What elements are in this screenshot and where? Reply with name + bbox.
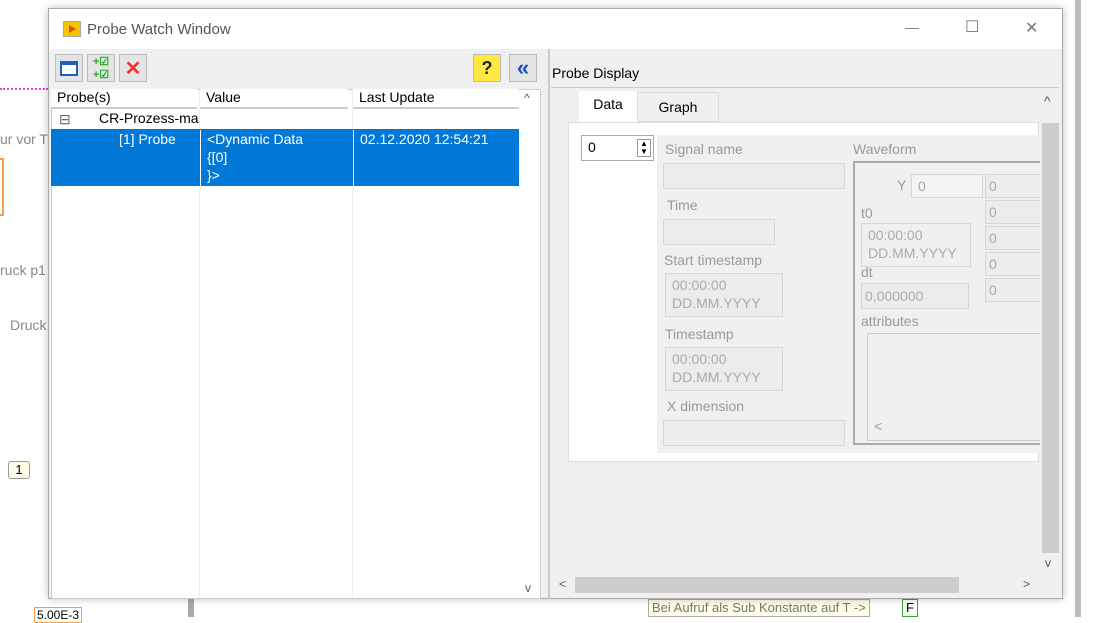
tree-scrollbar[interactable]: ^ v <box>521 91 539 597</box>
diagram-frame <box>1075 0 1081 617</box>
y-value: 0 <box>985 226 1042 250</box>
probe-display-title: Probe Display <box>552 65 640 81</box>
diagram-constant: 1 <box>8 461 30 479</box>
diagram-constant: 5.00E-3 <box>34 607 83 623</box>
close-button[interactable]: ✕ <box>1025 18 1038 38</box>
new-window-icon <box>60 60 78 76</box>
scroll-thumb[interactable] <box>1042 123 1059 553</box>
index-value: 0 <box>588 139 596 155</box>
column-header-last-update[interactable]: Last Update <box>353 89 519 109</box>
signal-name-label: Signal name <box>665 141 743 157</box>
tab-graph[interactable]: Graph <box>637 92 719 122</box>
waveform-label: Waveform <box>853 141 917 157</box>
diagram-node <box>0 158 4 216</box>
scroll-up-icon[interactable]: ^ <box>524 91 530 105</box>
delete-probe-button[interactable]: ✕ <box>119 54 147 82</box>
timestamp-label: Timestamp <box>665 326 734 342</box>
probe-value: <Dynamic Data {[0] }> <box>200 130 303 187</box>
scroll-up-icon[interactable]: ^ <box>1044 93 1051 109</box>
index-stepper[interactable]: ▲ ▼ <box>637 139 651 157</box>
y-value: 0 <box>985 174 1042 198</box>
tree-group-label[interactable]: CR-Prozess-ma <box>99 110 199 126</box>
dt-label: dt <box>861 264 873 280</box>
add-probe-button[interactable]: +☑ +☑ <box>87 54 115 82</box>
diagram-comment: Bei Aufruf als Sub Konstante auf T -> <box>648 599 870 617</box>
scroll-down-icon[interactable]: v <box>525 581 531 595</box>
window-title: Probe Watch Window <box>87 21 231 38</box>
y-value: 0 <box>985 278 1042 302</box>
y-value: 0 <box>985 200 1042 224</box>
delete-icon: ✕ <box>124 57 142 80</box>
start-timestamp-field[interactable]: 00:00:00 DD.MM.YYYY <box>665 273 783 317</box>
labview-icon <box>63 21 81 37</box>
collapse-icon: « <box>516 55 530 80</box>
time-field[interactable] <box>663 219 775 245</box>
diagram-label: ruck p1 <box>0 262 46 278</box>
x-dimension-field[interactable] <box>663 420 845 446</box>
attributes-label: attributes <box>861 313 919 329</box>
table-row[interactable]: [1] Probe <Dynamic Data {[0] }> 02.12.20… <box>51 129 519 187</box>
new-probe-window-button[interactable] <box>55 54 83 82</box>
diagram-label: Druck <box>10 317 47 333</box>
scroll-left-icon[interactable]: < <box>559 577 566 591</box>
probe-last-update: 02.12.2020 12:54:21 <box>353 130 488 187</box>
start-timestamp-label: Start timestamp <box>664 252 763 268</box>
t0-label: t0 <box>861 205 873 221</box>
display-horizontal-scrollbar[interactable]: < > <box>551 575 1039 595</box>
t0-field[interactable]: 00:00:00 DD.MM.YYYY <box>861 223 971 267</box>
time-label: Time <box>667 197 698 213</box>
collapse-toggle[interactable]: ⊟ <box>59 111 71 128</box>
y-index-value: 0 <box>918 178 926 194</box>
scroll-thumb[interactable] <box>575 577 959 593</box>
scroll-down-icon[interactable]: v <box>1045 556 1051 570</box>
diagram-boolean: F <box>902 599 918 617</box>
timestamp-field[interactable]: 00:00:00 DD.MM.YYYY <box>665 347 783 391</box>
column-header-value[interactable]: Value <box>200 89 348 109</box>
help-button[interactable]: ? <box>473 54 501 82</box>
signal-name-field[interactable] <box>663 163 845 189</box>
y-label: Y <box>897 177 907 193</box>
x-dimension-label: X dimension <box>667 398 745 414</box>
dt-field[interactable]: 0,000000 <box>861 283 969 309</box>
add-checked-icon: +☑ +☑ <box>92 56 110 81</box>
diagram-label: ur vor T <box>0 131 48 147</box>
y-value: 0 <box>985 252 1042 276</box>
splitter[interactable] <box>548 49 550 599</box>
waveform-cluster: Y 0 0 0 0 0 0 t0 00:00:00 DD.MM.YYYY dt … <box>853 161 1042 445</box>
collapse-display-button[interactable]: « <box>509 54 537 82</box>
probe-watch-window: Probe Watch Window — ☐ ✕ +☑ +☑ ✕ ? « Prob… <box>48 8 1063 599</box>
help-icon: ? <box>481 57 493 78</box>
tab-data[interactable]: Data <box>579 91 637 123</box>
y-index-input[interactable]: 0 <box>911 174 983 198</box>
probe-name: [1] Probe <box>119 131 176 147</box>
scroll-right-icon[interactable]: > <box>1023 577 1030 591</box>
dynamic-data-cluster: Signal name Time Start timestamp 00:00:0… <box>657 135 1042 453</box>
title-bar: Probe Watch Window — ☐ ✕ <box>49 9 1062 49</box>
maximize-button[interactable]: ☐ <box>965 17 979 37</box>
scroll-left-icon[interactable]: < <box>874 418 882 434</box>
tab-panel-data: 0 ▲ ▼ Signal name Time Start timestamp 00:… <box>568 122 1042 462</box>
display-vertical-scrollbar[interactable]: ^ v <box>1040 91 1060 575</box>
wire <box>0 88 48 90</box>
attributes-list[interactable]: < <box>867 333 1042 441</box>
diagram-frame <box>188 598 194 617</box>
column-header-probes[interactable]: Probe(s) <box>51 89 197 109</box>
minimize-button[interactable]: — <box>905 19 919 35</box>
array-index-input[interactable]: 0 ▲ ▼ <box>581 135 654 161</box>
